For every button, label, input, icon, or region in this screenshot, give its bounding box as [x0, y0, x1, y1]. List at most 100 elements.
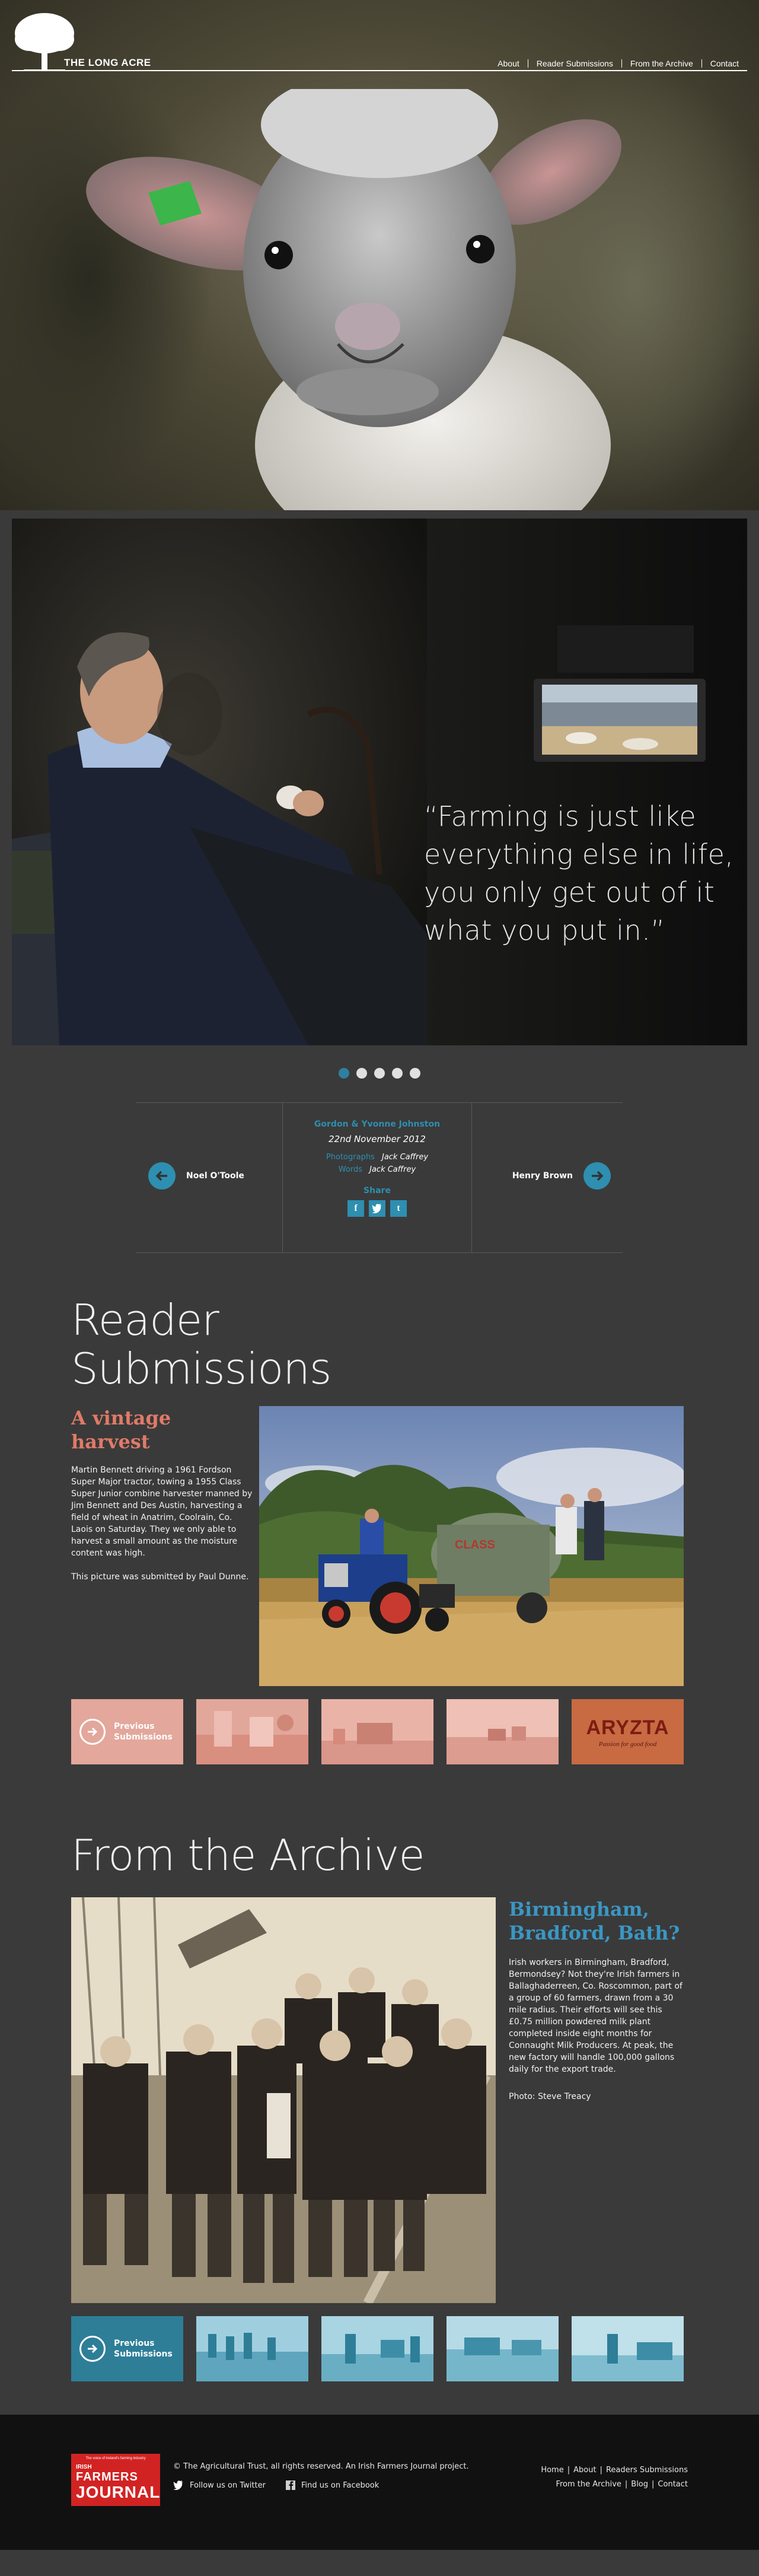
footer-facebook-link[interactable]: Find us on Facebook: [285, 2480, 380, 2490]
twitter-link-label: Follow us on Twitter: [190, 2480, 266, 2490]
archive-credit: Photo: Steve Treacy: [509, 2092, 591, 2101]
twitter-icon: [173, 2480, 183, 2490]
logo-line-1: IRISH: [76, 2464, 92, 2470]
next-story-link[interactable]: Henry Brown: [512, 1162, 611, 1190]
arrow-left-icon: [148, 1162, 176, 1190]
arrow-right-icon: [79, 2336, 106, 2362]
reader-submissions-section: Reader Submissions A vintage harvest Mar…: [71, 1296, 688, 1764]
archive-thumbnail-1[interactable]: [196, 2316, 308, 2381]
footer-link-archive[interactable]: From the Archive: [556, 2480, 621, 2489]
footer-social-links: Follow us on Twitter Find us on Facebook: [173, 2480, 469, 2490]
archive-thumbnail-3[interactable]: [447, 2316, 559, 2381]
words-label: Words: [338, 1165, 362, 1174]
archive-feature: Birmingham, Bradford, Bath? Irish worker…: [71, 1897, 688, 2303]
previous-story-link[interactable]: Noel O'Toole: [148, 1162, 244, 1190]
slide-dot-5[interactable]: [410, 1068, 420, 1079]
footer-link-home[interactable]: Home: [541, 2466, 563, 2475]
share-icons: f t: [283, 1200, 471, 1217]
logo-tagline: The voice of Ireland's farming industry: [85, 2457, 146, 2460]
slide-pagination: [0, 1068, 759, 1079]
archive-title: From the Archive: [71, 1830, 425, 1880]
archive-thumbnail-4[interactable]: [572, 2316, 684, 2381]
footer-link-contact[interactable]: Contact: [658, 2480, 688, 2489]
facebook-link-label: Find us on Facebook: [301, 2480, 380, 2490]
archive-photo: [71, 1897, 496, 2303]
site-footer: The voice of Ireland's farming industry …: [0, 2415, 759, 2550]
copyright-text: © The Agricultural Trust, all rights res…: [173, 2462, 469, 2471]
previous-archive-button[interactable]: Previous Submissions: [71, 2316, 183, 2381]
footer-link-about[interactable]: About: [573, 2466, 596, 2475]
main-nav: About Reader Submissions From the Archiv…: [489, 59, 747, 68]
irish-farmers-journal-logo[interactable]: The voice of Ireland's farming industry …: [71, 2454, 160, 2506]
slide-dot-2[interactable]: [356, 1068, 367, 1079]
previous-submissions-button[interactable]: Previous Submissions: [71, 1699, 183, 1764]
nav-reader-submissions[interactable]: Reader Submissions: [527, 59, 621, 68]
story-subject-names: Gordon & Yvonne Johnston: [314, 1120, 441, 1129]
site-header: THE LONG ACRE About Reader Submissions F…: [12, 12, 747, 71]
story-date: 22nd November 2012: [329, 1134, 426, 1144]
logo-line-2: FARMERS: [76, 2470, 138, 2483]
words-credit: Words Jack Caffrey: [283, 1165, 471, 1174]
footer-links: Home | About | Readers Submissions From the …: [541, 2463, 688, 2492]
submission-feature: A vintage harvest Martin Bennett driving…: [71, 1406, 688, 1686]
reader-submissions-title: Reader Submissions: [71, 1295, 331, 1394]
submission-photo: CLASS: [259, 1406, 684, 1686]
submission-credit: This picture was submitted by Paul Dunne…: [71, 1572, 249, 1582]
arrow-right-icon: [583, 1162, 611, 1190]
archive-description: Irish workers in Birmingham, Bradford, B…: [509, 1958, 683, 2074]
submission-description: Martin Bennett driving a 1961 Fordson Su…: [71, 1465, 253, 1558]
submission-text: A vintage harvest Martin Bennett driving…: [71, 1406, 255, 1583]
previous-label-line-2: Submissions: [114, 2349, 173, 2359]
archive-workers-image: [71, 1897, 496, 2303]
tractor-harvest-image: CLASS: [259, 1406, 684, 1686]
footer-link-blog[interactable]: Blog: [631, 2480, 648, 2489]
facebook-icon: [285, 2480, 295, 2490]
next-story-name: Henry Brown: [512, 1171, 573, 1181]
aryzta-brand: ARYZTA: [586, 1716, 669, 1739]
twitter-icon[interactable]: [369, 1200, 385, 1217]
arrow-right-icon: [79, 1719, 106, 1745]
photographs-credit: Photographs Jack Caffrey: [283, 1153, 471, 1162]
hero-lamb-image: [86, 89, 621, 510]
photographs-label: Photographs: [326, 1153, 375, 1162]
slide-dot-3[interactable]: [374, 1068, 385, 1079]
words-author: Jack Caffrey: [369, 1165, 416, 1174]
submission-thumbnails: Previous Submissions ARYZTA Passion for …: [71, 1699, 688, 1764]
footer-twitter-link[interactable]: Follow us on Twitter: [173, 2480, 266, 2490]
slide-dot-1[interactable]: [339, 1068, 349, 1079]
previous-label-line-1: Previous: [114, 1722, 155, 1731]
submission-thumbnail-1[interactable]: [196, 1699, 308, 1764]
previous-label-line-1: Previous: [114, 2339, 155, 2348]
credits-details: Gordon & Yvonne Johnston 22nd November 2…: [282, 1103, 472, 1252]
submission-thumbnail-2[interactable]: [321, 1699, 433, 1764]
archive-text: Birmingham, Bradford, Bath? Irish worker…: [509, 1897, 687, 2103]
site-logo[interactable]: THE LONG ACRE: [12, 11, 151, 70]
archive-section: From the Archive Birmingham, Bradford, B…: [71, 1831, 688, 2381]
previous-archive-label: Previous Submissions: [114, 2338, 173, 2359]
previous-story-name: Noel O'Toole: [186, 1171, 244, 1181]
submission-heading: A vintage harvest: [71, 1407, 171, 1453]
footer-info: © The Agricultural Trust, all rights res…: [173, 2462, 469, 2490]
story-credits: Noel O'Toole Gordon & Yvonne Johnston 22…: [136, 1102, 623, 1253]
farmer-portrait-image: [12, 519, 427, 1045]
nav-about[interactable]: About: [489, 59, 528, 68]
nav-contact[interactable]: Contact: [701, 59, 747, 68]
site-wordmark: THE LONG ACRE: [64, 57, 151, 68]
share-label: Share: [363, 1186, 391, 1195]
archive-thumbnail-2[interactable]: [321, 2316, 433, 2381]
previous-submissions-label: Previous Submissions: [114, 1721, 173, 1742]
archive-thumbnails: Previous Submissions: [71, 2316, 688, 2381]
tumblr-icon[interactable]: t: [390, 1200, 407, 1217]
svg-text:CLASS: CLASS: [455, 1538, 495, 1551]
feature-slide: “Farming is just like everything else in…: [12, 519, 747, 1045]
footer-link-readers-submissions[interactable]: Readers Submissions: [606, 2466, 688, 2475]
slide-dot-4[interactable]: [392, 1068, 403, 1079]
archive-heading: Birmingham, Bradford, Bath?: [509, 1898, 680, 1944]
nav-from-the-archive[interactable]: From the Archive: [621, 59, 701, 68]
television-image: [534, 625, 706, 762]
hero-banner: THE LONG ACRE About Reader Submissions F…: [0, 0, 759, 510]
submission-thumbnail-3[interactable]: [447, 1699, 559, 1764]
photographs-author: Jack Caffrey: [381, 1153, 429, 1162]
aryzta-sponsor-logo[interactable]: ARYZTA Passion for good food: [572, 1699, 684, 1764]
facebook-icon[interactable]: f: [347, 1200, 364, 1217]
